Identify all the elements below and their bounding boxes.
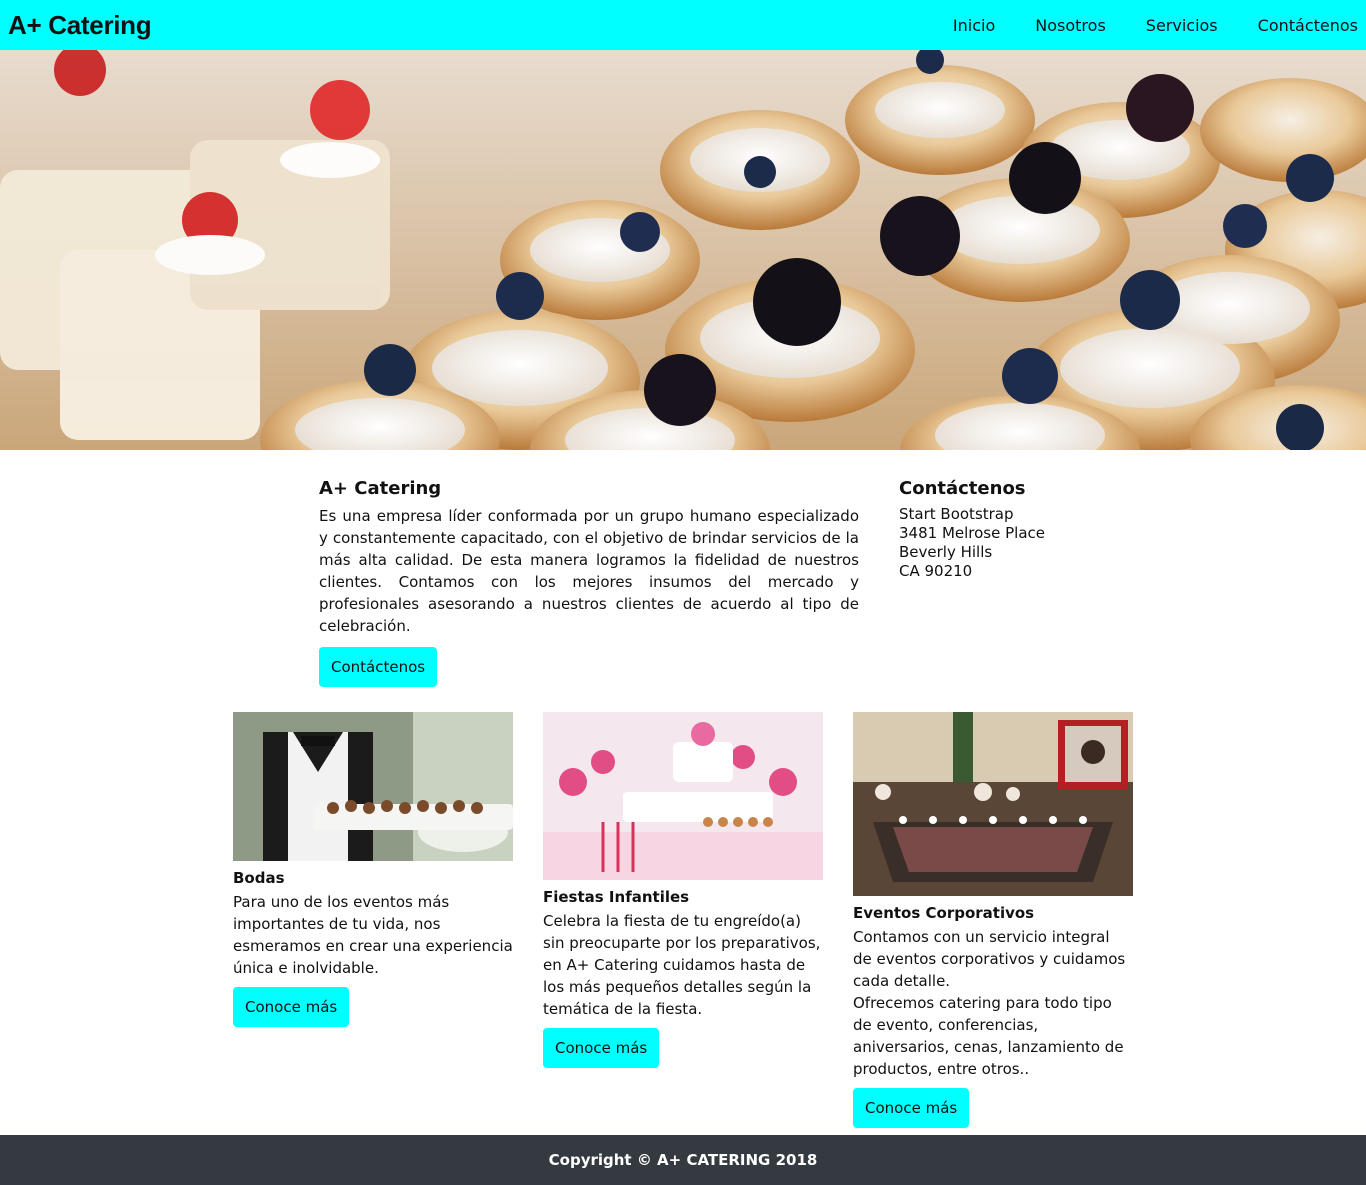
card-text-bodas: Para uno de los eventos más importantes …	[233, 893, 513, 977]
brand-logo[interactable]: A+ Catering	[8, 10, 152, 41]
nav-links: Inicio Nosotros Servicios Contáctenos	[953, 16, 1358, 35]
service-card-eventos-corporativos: Eventos Corporativos Contamos con un ser…	[853, 712, 1133, 1128]
wedding-waiter-image	[233, 712, 513, 861]
contact-line-street: 3481 Melrose Place	[899, 524, 1045, 542]
about-text: Es una empresa líder conformada por un g…	[319, 507, 859, 635]
contact-line-company: Start Bootstrap	[899, 505, 1014, 523]
card-text-fiestas-infantiles: Celebra la fiesta de tu engreído(a) sin …	[543, 912, 821, 1018]
fiestas-learn-more-button[interactable]: Conoce más	[543, 1028, 660, 1068]
contact-title: Contáctenos	[899, 478, 1026, 499]
hero-image	[0, 50, 1366, 450]
kids-party-image	[543, 712, 823, 880]
contact-button[interactable]: Contáctenos	[319, 647, 438, 687]
corporate-event-image	[853, 712, 1133, 896]
card-title-eventos-corporativos: Eventos Corporativos	[853, 904, 1035, 922]
footer: Copyright © A+ CATERING 2018	[0, 1135, 1366, 1185]
hero-dessert-illustration	[0, 50, 1366, 450]
card-text-eventos-corporativos: Contamos con un servicio integral de eve…	[853, 928, 1126, 990]
card-title-bodas: Bodas	[233, 869, 285, 887]
corporativos-learn-more-button[interactable]: Conoce más	[853, 1088, 970, 1128]
contact-section: Contáctenos Start Bootstrap 3481 Melrose…	[899, 478, 1139, 581]
service-card-bodas: Bodas Para uno de los eventos más import…	[233, 712, 513, 1027]
nav-link-contactenos[interactable]: Contáctenos	[1258, 16, 1358, 35]
nav-link-servicios[interactable]: Servicios	[1146, 16, 1218, 35]
contact-line-zip: CA 90210	[899, 562, 973, 580]
about-section: A+ Catering Es una empresa líder conform…	[319, 478, 859, 687]
navbar: A+ Catering Inicio Nosotros Servicios Co…	[0, 0, 1366, 50]
about-title: A+ Catering	[319, 478, 442, 499]
contact-line-city: Beverly Hills	[899, 543, 993, 561]
card-title-fiestas-infantiles: Fiestas Infantiles	[543, 888, 690, 906]
bodas-learn-more-button[interactable]: Conoce más	[233, 987, 350, 1027]
nav-link-nosotros[interactable]: Nosotros	[1035, 16, 1106, 35]
copyright-text: Copyright © A+ CATERING 2018	[548, 1151, 818, 1169]
card-text-eventos-corporativos-extra: Ofrecemos catering para todo tipo de eve…	[853, 994, 1124, 1078]
nav-link-inicio[interactable]: Inicio	[953, 16, 995, 35]
service-card-fiestas-infantiles: Fiestas Infantiles Celebra la fiesta de …	[543, 712, 823, 1068]
